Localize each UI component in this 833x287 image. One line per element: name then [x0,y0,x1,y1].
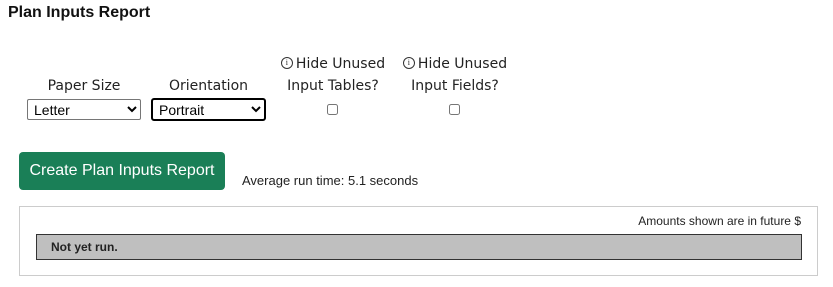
create-report-button[interactable]: Create Plan Inputs Report [19,152,225,190]
paper-size-select[interactable]: Letter [27,99,141,120]
hide-unused-fields-label-line2: Input Fields? [411,78,499,94]
status-text: Not yet run. [51,240,118,254]
hide-unused-fields-label-text1: Hide Unused [417,56,508,72]
currency-note: Amounts shown are in future $ [638,214,801,228]
info-icon[interactable]: i [280,57,293,69]
average-run-time: Average run time: 5.1 seconds [242,173,419,188]
hide-unused-fields-checkbox[interactable] [449,104,460,115]
hide-unused-tables-label: i Hide Unused Input Tables? [274,53,392,97]
info-icon[interactable]: i [402,57,415,69]
page-title: Plan Inputs Report [8,4,151,21]
hide-unused-tables-label-text1: Hide Unused [295,56,386,72]
hide-unused-tables-label-line1: i Hide Unused [274,53,392,75]
hide-unused-fields-label: i Hide Unused Input Fields? [396,53,514,97]
status-bar: Not yet run. [36,234,802,260]
hide-unused-tables-checkbox[interactable] [327,104,338,115]
hide-unused-fields-label-line1: i Hide Unused [396,53,514,75]
orientation-select[interactable]: Portrait [151,98,266,121]
orientation-label: Orientation [168,78,249,94]
paper-size-label: Paper Size [47,78,121,94]
hide-unused-tables-label-line2: Input Tables? [287,78,379,94]
results-panel: Amounts shown are in future $ Not yet ru… [19,206,818,276]
